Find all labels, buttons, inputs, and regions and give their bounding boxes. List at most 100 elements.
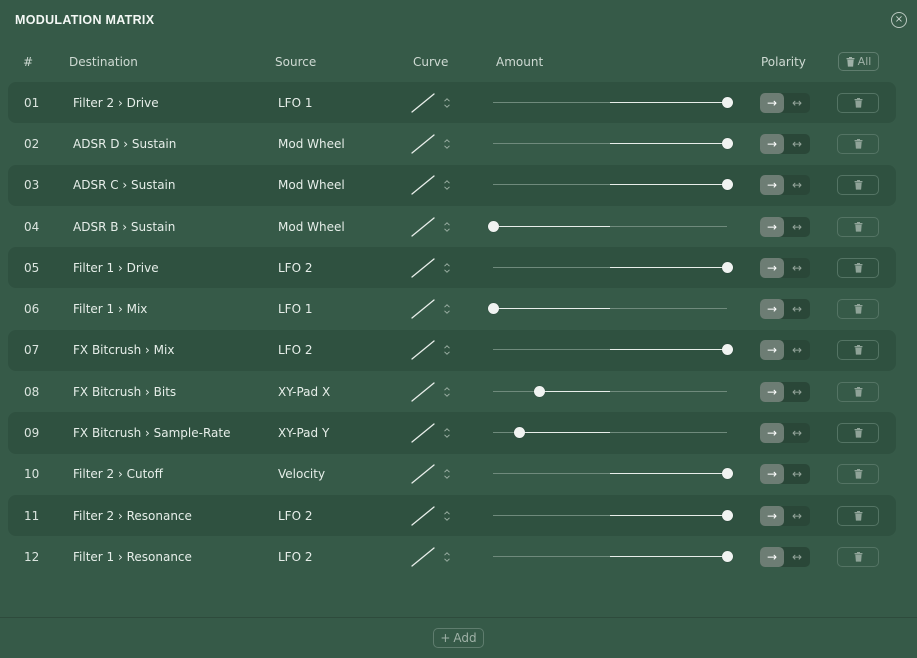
delete-row-button[interactable] bbox=[837, 505, 879, 526]
unipolar-arrow-icon[interactable]: → bbox=[760, 175, 784, 196]
amount-slider[interactable] bbox=[493, 137, 733, 151]
source-label[interactable]: LFO 2 bbox=[278, 343, 312, 357]
unipolar-arrow-icon[interactable]: → bbox=[760, 423, 784, 444]
curve-linear-icon[interactable] bbox=[410, 298, 436, 320]
curve-select-chevron-icon[interactable] bbox=[442, 137, 452, 151]
bipolar-arrow-icon[interactable]: ↔ bbox=[784, 382, 810, 402]
amount-slider[interactable] bbox=[493, 96, 733, 110]
destination-label[interactable]: ADSR C › Sustain bbox=[73, 178, 176, 192]
curve-select-chevron-icon[interactable] bbox=[442, 509, 452, 523]
source-label[interactable]: LFO 2 bbox=[278, 509, 312, 523]
delete-row-button[interactable] bbox=[837, 546, 879, 567]
destination-label[interactable]: FX Bitcrush › Mix bbox=[73, 343, 174, 357]
polarity-toggle[interactable]: → ↔ bbox=[760, 216, 810, 237]
curve-linear-icon[interactable] bbox=[410, 505, 436, 527]
polarity-toggle[interactable]: → ↔ bbox=[760, 133, 810, 154]
destination-label[interactable]: Filter 2 › Cutoff bbox=[73, 467, 163, 481]
unipolar-arrow-icon[interactable]: → bbox=[760, 381, 784, 402]
delete-row-button[interactable] bbox=[837, 299, 879, 320]
bipolar-arrow-icon[interactable]: ↔ bbox=[784, 506, 810, 526]
slider-knob[interactable] bbox=[721, 179, 733, 191]
source-label[interactable]: XY-Pad X bbox=[278, 385, 330, 399]
amount-slider[interactable] bbox=[493, 467, 733, 481]
curve-linear-icon[interactable] bbox=[410, 133, 436, 155]
delete-row-button[interactable] bbox=[837, 175, 879, 196]
delete-row-button[interactable] bbox=[837, 340, 879, 361]
slider-knob[interactable] bbox=[534, 385, 546, 397]
curve-linear-icon[interactable] bbox=[410, 257, 436, 279]
destination-label[interactable]: FX Bitcrush › Sample-Rate bbox=[73, 426, 230, 440]
source-label[interactable]: Mod Wheel bbox=[278, 137, 345, 151]
polarity-toggle[interactable]: → ↔ bbox=[760, 340, 810, 361]
destination-label[interactable]: Filter 1 › Mix bbox=[73, 302, 147, 316]
polarity-toggle[interactable]: → ↔ bbox=[760, 299, 810, 320]
bipolar-arrow-icon[interactable]: ↔ bbox=[784, 93, 810, 113]
bipolar-arrow-icon[interactable]: ↔ bbox=[784, 340, 810, 360]
unipolar-arrow-icon[interactable]: → bbox=[760, 92, 784, 113]
curve-select-chevron-icon[interactable] bbox=[442, 550, 452, 564]
source-label[interactable]: LFO 2 bbox=[278, 261, 312, 275]
slider-knob[interactable] bbox=[487, 220, 499, 232]
amount-slider[interactable] bbox=[493, 426, 727, 440]
source-label[interactable]: Mod Wheel bbox=[278, 178, 345, 192]
amount-slider[interactable] bbox=[493, 178, 733, 192]
source-label[interactable]: Velocity bbox=[278, 467, 325, 481]
destination-label[interactable]: ADSR B › Sustain bbox=[73, 220, 175, 234]
delete-all-button[interactable]: All bbox=[838, 52, 879, 71]
curve-select-chevron-icon[interactable] bbox=[442, 261, 452, 275]
bipolar-arrow-icon[interactable]: ↔ bbox=[784, 423, 810, 443]
bipolar-arrow-icon[interactable]: ↔ bbox=[784, 299, 810, 319]
destination-label[interactable]: FX Bitcrush › Bits bbox=[73, 385, 176, 399]
curve-select-chevron-icon[interactable] bbox=[442, 220, 452, 234]
polarity-toggle[interactable]: → ↔ bbox=[760, 381, 810, 402]
source-label[interactable]: LFO 1 bbox=[278, 96, 312, 110]
destination-label[interactable]: ADSR D › Sustain bbox=[73, 137, 176, 151]
polarity-toggle[interactable]: → ↔ bbox=[760, 175, 810, 196]
amount-slider[interactable] bbox=[493, 385, 727, 399]
delete-row-button[interactable] bbox=[837, 133, 879, 154]
delete-row-button[interactable] bbox=[837, 464, 879, 485]
unipolar-arrow-icon[interactable]: → bbox=[760, 464, 784, 485]
unipolar-arrow-icon[interactable]: → bbox=[760, 216, 784, 237]
slider-knob[interactable] bbox=[514, 427, 526, 439]
curve-linear-icon[interactable] bbox=[410, 422, 436, 444]
bipolar-arrow-icon[interactable]: ↔ bbox=[784, 134, 810, 154]
delete-row-button[interactable] bbox=[837, 423, 879, 444]
polarity-toggle[interactable]: → ↔ bbox=[760, 257, 810, 278]
destination-label[interactable]: Filter 2 › Drive bbox=[73, 96, 159, 110]
polarity-toggle[interactable]: → ↔ bbox=[760, 505, 810, 526]
amount-slider[interactable] bbox=[493, 509, 733, 523]
slider-knob[interactable] bbox=[721, 344, 733, 356]
amount-slider[interactable] bbox=[487, 302, 727, 316]
curve-linear-icon[interactable] bbox=[410, 339, 436, 361]
amount-slider[interactable] bbox=[493, 343, 733, 357]
slider-knob[interactable] bbox=[721, 468, 733, 480]
unipolar-arrow-icon[interactable]: → bbox=[760, 505, 784, 526]
destination-label[interactable]: Filter 1 › Drive bbox=[73, 261, 159, 275]
curve-select-chevron-icon[interactable] bbox=[442, 426, 452, 440]
source-label[interactable]: LFO 1 bbox=[278, 302, 312, 316]
slider-knob[interactable] bbox=[721, 509, 733, 521]
close-icon[interactable]: × bbox=[891, 12, 907, 28]
unipolar-arrow-icon[interactable]: → bbox=[760, 257, 784, 278]
delete-row-button[interactable] bbox=[837, 381, 879, 402]
curve-linear-icon[interactable] bbox=[410, 92, 436, 114]
unipolar-arrow-icon[interactable]: → bbox=[760, 299, 784, 320]
source-label[interactable]: Mod Wheel bbox=[278, 220, 345, 234]
bipolar-arrow-icon[interactable]: ↔ bbox=[784, 547, 810, 567]
curve-select-chevron-icon[interactable] bbox=[442, 302, 452, 316]
bipolar-arrow-icon[interactable]: ↔ bbox=[784, 258, 810, 278]
unipolar-arrow-icon[interactable]: → bbox=[760, 546, 784, 567]
curve-linear-icon[interactable] bbox=[410, 381, 436, 403]
curve-linear-icon[interactable] bbox=[410, 546, 436, 568]
amount-slider[interactable] bbox=[493, 261, 733, 275]
slider-knob[interactable] bbox=[721, 96, 733, 108]
polarity-toggle[interactable]: → ↔ bbox=[760, 423, 810, 444]
polarity-toggle[interactable]: → ↔ bbox=[760, 464, 810, 485]
curve-select-chevron-icon[interactable] bbox=[442, 96, 452, 110]
polarity-toggle[interactable]: → ↔ bbox=[760, 546, 810, 567]
bipolar-arrow-icon[interactable]: ↔ bbox=[784, 464, 810, 484]
slider-knob[interactable] bbox=[721, 261, 733, 273]
curve-linear-icon[interactable] bbox=[410, 216, 436, 238]
bipolar-arrow-icon[interactable]: ↔ bbox=[784, 175, 810, 195]
